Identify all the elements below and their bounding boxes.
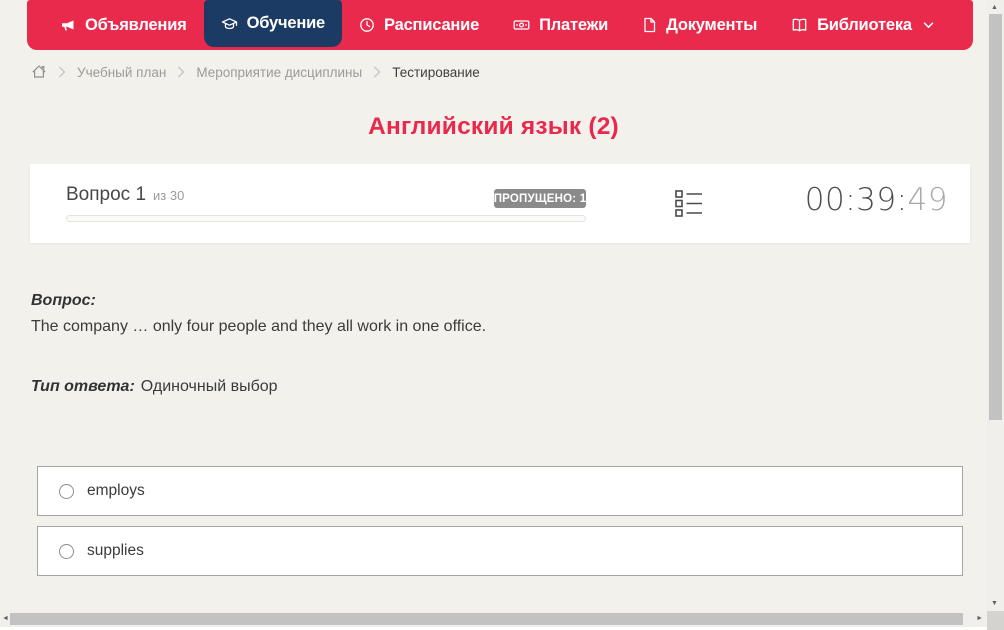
nav-item-payments[interactable]: Платежи [496,0,625,50]
horizontal-scrollbar[interactable]: ◄ ► [0,611,987,627]
nav-item-label: Платежи [539,15,609,34]
breadcrumb-separator-icon [177,66,185,78]
answer-option-label: employs [87,482,145,499]
breadcrumb-separator-icon [58,66,66,78]
scroll-left-arrow-icon[interactable]: ◄ [2,615,9,622]
nav-item-documents[interactable]: Документы [625,0,774,50]
progress-bar [66,215,586,222]
answer-type-value: Одиночный выбор [140,378,278,395]
graduation-cap-icon [221,16,238,32]
home-icon[interactable] [31,64,47,80]
main-navbar: Объявления Обучение Расписание Платежи Д… [27,0,973,50]
answer-option-supplies[interactable]: supplies [37,526,963,576]
question-text: The company … only four people and they … [31,318,487,335]
nav-item-label: Библиотека [817,15,912,34]
app-viewport: Объявления Обучение Расписание Платежи Д… [0,0,1004,630]
scroll-right-arrow-icon[interactable]: ► [976,615,983,622]
chevron-down-icon [923,21,934,29]
nav-item-label: Документы [666,15,758,34]
answer-type-row: Тип ответа: Одиночный выбор [31,378,278,396]
scroll-up-arrow-icon[interactable]: ▲ [991,4,998,11]
skipped-badge: ПРОПУЩЕНО: 1 [494,189,586,208]
vertical-scrollbar-thumb[interactable] [989,14,1002,420]
nav-item-label: Объявления [85,15,187,34]
horizontal-scrollbar-thumb[interactable] [10,613,963,625]
radio-button[interactable] [59,543,74,559]
nav-item-label: Расписание [384,15,480,34]
answer-type-label: Тип ответа: [31,378,135,395]
radio-button[interactable] [59,483,74,499]
open-book-icon [791,17,808,33]
timer: 00:39:49 [805,182,948,218]
question-label: Вопрос: [31,292,96,309]
nav-item-library[interactable]: Библиотека [774,0,951,50]
answer-option-employs[interactable]: employs [37,466,963,516]
question-counter: Вопрос 1 из 30 [66,184,184,206]
banknote-icon [513,17,530,33]
answer-option-label: supplies [87,542,144,559]
question-number: Вопрос 1 [66,184,147,205]
answer-options: employs supplies [37,466,963,586]
breadcrumb-item-study-plan[interactable]: Учебный план [77,65,166,80]
nav-item-learning[interactable]: Обучение [203,0,343,47]
clock-icon [359,17,375,33]
nav-item-announcements[interactable]: Объявления [43,0,204,50]
breadcrumb: Учебный план Мероприятие дисциплины Тест… [31,62,480,82]
nav-item-label: Обучение [246,14,326,32]
document-icon [642,17,657,33]
page-title: Английский язык (2) [368,113,619,140]
vertical-scrollbar[interactable]: ▲ ▼ [987,0,1004,611]
timer-seconds: 49 [907,182,948,218]
question-total: из 30 [153,188,185,203]
megaphone-icon [60,17,76,33]
scrollbar-corner [987,611,1004,630]
breadcrumb-separator-icon [373,66,381,78]
nav-item-schedule[interactable]: Расписание [342,0,496,50]
question-list-icon[interactable] [674,190,704,219]
breadcrumb-item-testing: Тестирование [392,64,480,80]
timer-main: 00:39: [804,182,908,218]
scroll-down-arrow-icon[interactable]: ▼ [991,600,998,607]
question-progress-card: Вопрос 1 из 30 ПРОПУЩЕНО: 1 00:39:49 [30,164,970,243]
breadcrumb-item-discipline-event[interactable]: Мероприятие дисциплины [196,65,362,80]
